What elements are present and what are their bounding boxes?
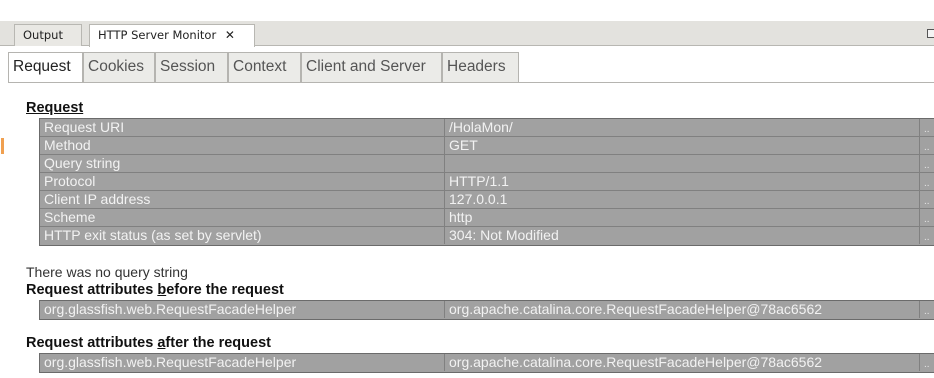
table-row[interactable]: Method GET .. xyxy=(40,137,934,155)
row-edit-button[interactable]: .. xyxy=(920,173,934,190)
row-value: http xyxy=(445,209,920,226)
tab-cookies-label: Cookies xyxy=(88,58,144,75)
table-row[interactable]: Query string .. xyxy=(40,155,934,173)
row-value: 127.0.0.1 xyxy=(445,191,920,208)
row-key: org.glassfish.web.RequestFacadeHelper xyxy=(40,301,445,318)
request-section-title: Request xyxy=(26,100,84,116)
table-row[interactable]: Scheme http .. xyxy=(40,209,934,227)
row-key: Request URI xyxy=(40,119,445,136)
row-value: HTTP/1.1 xyxy=(445,173,920,190)
tab-session-label: Session xyxy=(160,58,216,75)
row-edit-button[interactable]: .. xyxy=(920,137,934,154)
row-value: GET xyxy=(445,137,920,154)
tab-cookies[interactable]: Cookies xyxy=(83,52,155,82)
tab-request[interactable]: Request xyxy=(8,52,83,83)
row-value: org.apache.catalina.core.RequestFacadeHe… xyxy=(445,301,920,318)
row-key: Client IP address xyxy=(40,191,445,208)
table-row[interactable]: org.glassfish.web.RequestFacadeHelper or… xyxy=(40,354,934,372)
maximize-icon[interactable] xyxy=(927,29,934,38)
row-value: org.apache.catalina.core.RequestFacadeHe… xyxy=(445,354,920,371)
row-key: Protocol xyxy=(40,173,445,190)
row-edit-button[interactable]: .. xyxy=(920,209,934,226)
row-value: 304: Not Modified xyxy=(445,227,920,244)
request-table: Request URI /HolaMon/ .. Method GET .. Q… xyxy=(39,118,934,246)
table-row[interactable]: Request URI /HolaMon/ .. xyxy=(40,119,934,137)
tab-request-label: Request xyxy=(13,58,71,75)
tab-context-label: Context xyxy=(233,58,287,75)
row-edit-button[interactable]: .. xyxy=(920,119,934,136)
attributes-after-table: org.glassfish.web.RequestFacadeHelper or… xyxy=(39,353,934,373)
attributes-before-title: Request attributes before the request xyxy=(26,282,284,298)
tab-output[interactable]: Output xyxy=(14,24,82,46)
row-edit-button[interactable]: .. xyxy=(920,227,934,244)
tab-client-and-server[interactable]: Client and Server xyxy=(301,52,442,82)
row-key: Query string xyxy=(40,155,445,172)
attributes-before-table: org.glassfish.web.RequestFacadeHelper or… xyxy=(39,300,934,320)
tab-client-and-server-label: Client and Server xyxy=(306,58,426,75)
row-value: /HolaMon/ xyxy=(445,119,920,136)
row-key: Method xyxy=(40,137,445,154)
table-row[interactable]: Client IP address 127.0.0.1 .. xyxy=(40,191,934,209)
tab-http-server-monitor[interactable]: HTTP Server Monitor ✕ xyxy=(89,24,255,47)
row-edit-button[interactable]: .. xyxy=(920,354,934,371)
tab-http-server-monitor-label: HTTP Server Monitor xyxy=(98,28,217,42)
tab-headers-label: Headers xyxy=(447,58,506,75)
tab-context[interactable]: Context xyxy=(228,52,301,82)
table-row[interactable]: Protocol HTTP/1.1 .. xyxy=(40,173,934,191)
row-edit-button[interactable]: .. xyxy=(920,155,934,172)
row-edit-button[interactable]: .. xyxy=(920,191,934,208)
row-key: org.glassfish.web.RequestFacadeHelper xyxy=(40,354,445,371)
attributes-after-title: Request attributes after the request xyxy=(26,335,271,351)
table-row[interactable]: HTTP exit status (as set by servlet) 304… xyxy=(40,227,934,245)
table-row[interactable]: org.glassfish.web.RequestFacadeHelper or… xyxy=(40,301,934,319)
tab-session[interactable]: Session xyxy=(155,52,228,82)
error-marker xyxy=(1,138,4,154)
row-value xyxy=(445,155,920,172)
tab-headers[interactable]: Headers xyxy=(442,52,519,82)
close-icon[interactable]: ✕ xyxy=(225,28,235,42)
row-edit-button[interactable]: .. xyxy=(920,301,934,318)
row-key: HTTP exit status (as set by servlet) xyxy=(40,227,445,244)
query-string-note: There was no query string xyxy=(26,264,188,280)
request-panel: Request Request URI /HolaMon/ .. Method … xyxy=(8,83,934,378)
row-key: Scheme xyxy=(40,209,445,226)
tab-output-label: Output xyxy=(23,28,63,42)
